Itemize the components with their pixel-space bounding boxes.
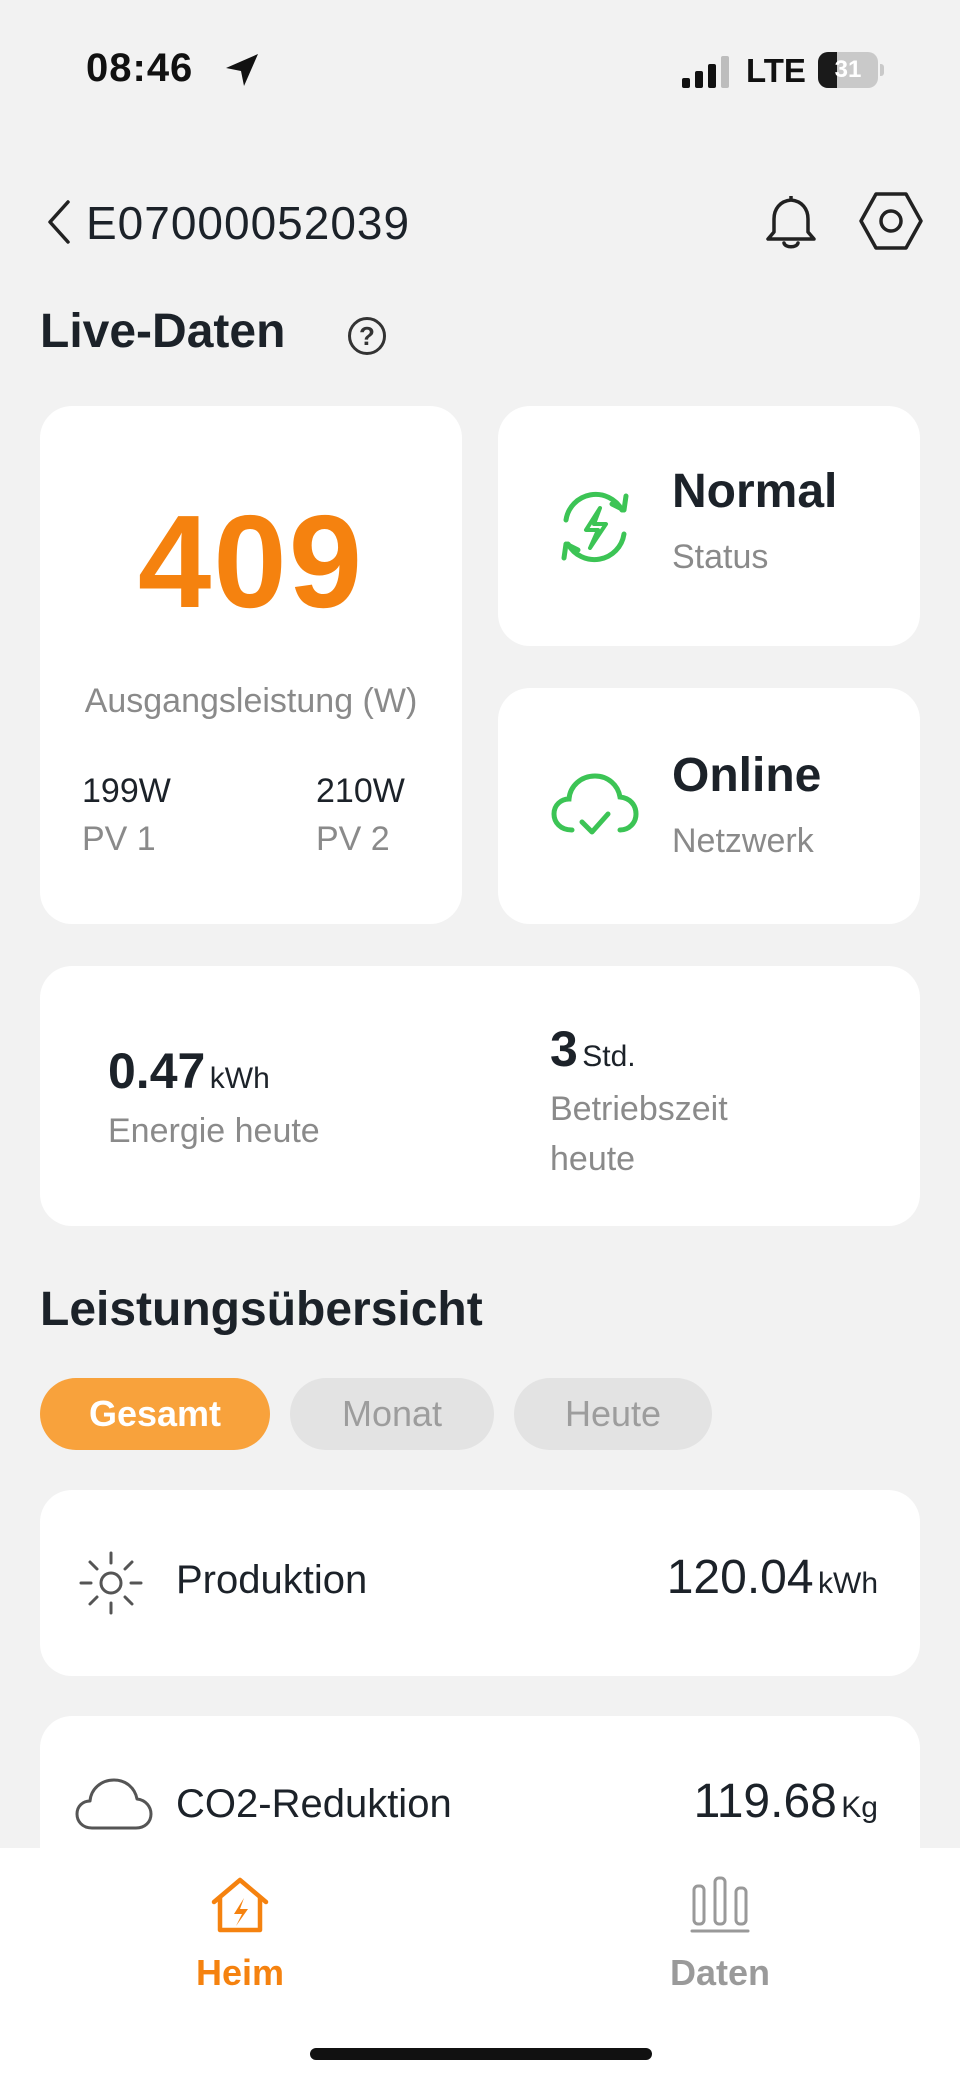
production-row[interactable]: Produktion 120.04 kWh bbox=[40, 1490, 920, 1676]
energy-today-value: 0.47 bbox=[108, 1043, 206, 1099]
runtime-label-line1: Betriebszeit bbox=[550, 1090, 728, 1128]
cloud-check-icon bbox=[551, 773, 639, 835]
pv2-label: PV 2 bbox=[316, 820, 390, 858]
energy-today-stat: 0.47 kWh bbox=[108, 1042, 270, 1100]
help-icon[interactable]: ? bbox=[348, 317, 386, 355]
co2-label: CO2-Reduktion bbox=[176, 1782, 452, 1826]
tab-month[interactable]: Monat bbox=[290, 1378, 494, 1450]
status-card: Normal Status bbox=[498, 406, 920, 646]
energy-today-unit: kWh bbox=[209, 1062, 270, 1095]
runtime-label-line2: heute bbox=[550, 1140, 636, 1178]
co2-stat: 119.68 Kg bbox=[694, 1774, 878, 1829]
status-time: 08:46 bbox=[86, 46, 194, 90]
network-value: Online bbox=[672, 749, 822, 802]
home-energy-icon bbox=[211, 1877, 269, 1933]
bottom-navigation: Heim Daten bbox=[0, 1848, 960, 2082]
tab-today[interactable]: Heute bbox=[514, 1378, 712, 1450]
battery-icon: 31 bbox=[818, 52, 884, 88]
cloud-icon bbox=[75, 1778, 153, 1830]
bell-icon[interactable] bbox=[762, 192, 820, 252]
output-power-value: 409 bbox=[137, 488, 365, 635]
runtime-unit: Std. bbox=[582, 1040, 636, 1073]
device-title: E07000052039 bbox=[86, 197, 411, 249]
network-card: Online Netzwerk bbox=[498, 688, 920, 924]
runtime-value: 3 bbox=[550, 1021, 578, 1077]
daily-stats-card: 0.47 kWh Energie heute 3 Std. Betriebsze… bbox=[40, 966, 920, 1226]
status-value: Normal bbox=[672, 465, 838, 518]
live-data-title: Live-Daten bbox=[40, 305, 286, 358]
nav-home-label: Heim bbox=[195, 1952, 285, 1993]
energy-today-label: Energie heute bbox=[108, 1112, 320, 1150]
back-chevron-icon[interactable] bbox=[44, 198, 74, 246]
production-unit: kWh bbox=[818, 1567, 878, 1600]
nav-data[interactable]: Daten bbox=[610, 1858, 830, 2008]
battery-level: 31 bbox=[834, 56, 862, 83]
runtime-today-stat: 3 Std. bbox=[550, 1020, 636, 1078]
home-indicator bbox=[310, 2048, 652, 2060]
sun-icon bbox=[79, 1551, 143, 1615]
nav-home[interactable]: Heim bbox=[130, 1858, 350, 2008]
network-label: Netzwerk bbox=[672, 822, 814, 860]
bar-chart-icon bbox=[690, 1876, 750, 1933]
co2-unit: Kg bbox=[841, 1791, 878, 1824]
co2-value: 119.68 bbox=[693, 1775, 837, 1828]
settings-icon[interactable] bbox=[858, 190, 924, 252]
cellular-signal-icon bbox=[682, 56, 729, 88]
pv1-label: PV 1 bbox=[82, 820, 156, 858]
production-value: 120.04 bbox=[666, 1551, 814, 1604]
pv1-value: 199W bbox=[82, 772, 171, 810]
pv2-value: 210W bbox=[316, 772, 405, 810]
tab-total[interactable]: Gesamt bbox=[40, 1378, 270, 1450]
network-type: LTE bbox=[746, 52, 806, 89]
status-label: Status bbox=[672, 538, 769, 576]
overview-title: Leistungsübersicht bbox=[40, 1283, 483, 1336]
production-label: Produktion bbox=[176, 1558, 368, 1602]
production-stat: 120.04 kWh bbox=[667, 1550, 878, 1605]
status-cycle-icon bbox=[561, 491, 629, 563]
output-power-card: 409 Ausgangsleistung (W) 199W PV 1 210W … bbox=[40, 406, 462, 924]
nav-data-label: Daten bbox=[669, 1952, 771, 1993]
output-power-label: Ausgangsleistung (W) bbox=[84, 682, 418, 720]
location-arrow-icon bbox=[226, 54, 258, 86]
